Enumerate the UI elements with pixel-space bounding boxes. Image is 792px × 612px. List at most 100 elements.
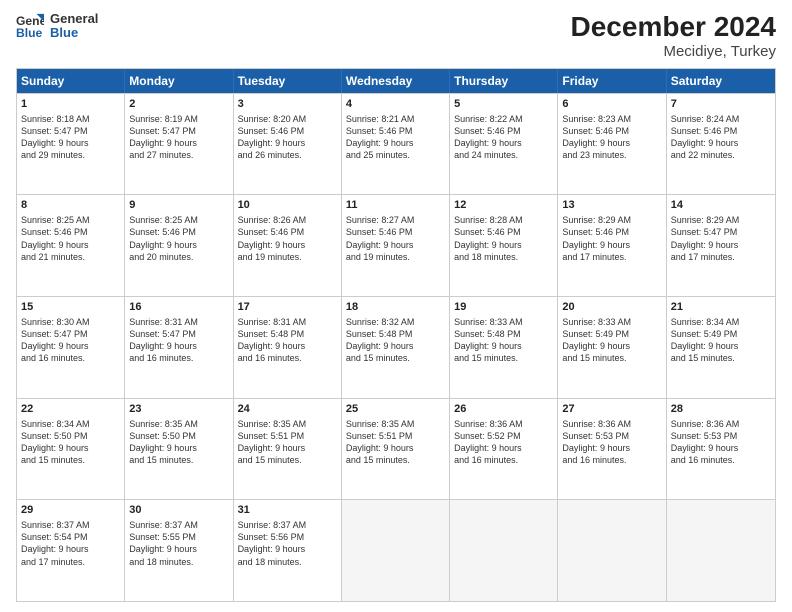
calendar-cell: 9Sunrise: 8:25 AM Sunset: 5:46 PM Daylig… xyxy=(125,195,233,296)
day-number: 1 xyxy=(21,97,120,112)
day-number: 12 xyxy=(454,198,553,213)
day-number: 18 xyxy=(346,300,445,315)
day-number: 21 xyxy=(671,300,771,315)
calendar-cell: 12Sunrise: 8:28 AM Sunset: 5:46 PM Dayli… xyxy=(450,195,558,296)
day-info: Sunrise: 8:34 AM Sunset: 5:50 PM Dayligh… xyxy=(21,418,120,467)
day-info: Sunrise: 8:18 AM Sunset: 5:47 PM Dayligh… xyxy=(21,113,120,162)
day-info: Sunrise: 8:24 AM Sunset: 5:46 PM Dayligh… xyxy=(671,113,771,162)
calendar-week: 29Sunrise: 8:37 AM Sunset: 5:54 PM Dayli… xyxy=(17,499,775,601)
calendar-day-header: Monday xyxy=(125,69,233,93)
calendar-day-header: Friday xyxy=(558,69,666,93)
day-info: Sunrise: 8:25 AM Sunset: 5:46 PM Dayligh… xyxy=(21,214,120,263)
day-info: Sunrise: 8:28 AM Sunset: 5:46 PM Dayligh… xyxy=(454,214,553,263)
calendar: SundayMondayTuesdayWednesdayThursdayFrid… xyxy=(16,68,776,602)
day-number: 27 xyxy=(562,402,661,417)
day-info: Sunrise: 8:33 AM Sunset: 5:48 PM Dayligh… xyxy=(454,316,553,365)
day-number: 31 xyxy=(238,503,337,518)
calendar-cell: 28Sunrise: 8:36 AM Sunset: 5:53 PM Dayli… xyxy=(667,399,775,500)
calendar-cell: 24Sunrise: 8:35 AM Sunset: 5:51 PM Dayli… xyxy=(234,399,342,500)
calendar-header: SundayMondayTuesdayWednesdayThursdayFrid… xyxy=(17,69,775,93)
calendar-cell: 25Sunrise: 8:35 AM Sunset: 5:51 PM Dayli… xyxy=(342,399,450,500)
day-number: 14 xyxy=(671,198,771,213)
calendar-cell: 14Sunrise: 8:29 AM Sunset: 5:47 PM Dayli… xyxy=(667,195,775,296)
day-number: 2 xyxy=(129,97,228,112)
day-number: 30 xyxy=(129,503,228,518)
day-number: 4 xyxy=(346,97,445,112)
calendar-day-header: Tuesday xyxy=(234,69,342,93)
day-info: Sunrise: 8:35 AM Sunset: 5:50 PM Dayligh… xyxy=(129,418,228,467)
day-info: Sunrise: 8:36 AM Sunset: 5:52 PM Dayligh… xyxy=(454,418,553,467)
day-info: Sunrise: 8:33 AM Sunset: 5:49 PM Dayligh… xyxy=(562,316,661,365)
calendar-body: 1Sunrise: 8:18 AM Sunset: 5:47 PM Daylig… xyxy=(17,93,775,601)
page-title: December 2024 xyxy=(571,12,776,43)
day-number: 7 xyxy=(671,97,771,112)
day-number: 6 xyxy=(562,97,661,112)
day-info: Sunrise: 8:30 AM Sunset: 5:47 PM Dayligh… xyxy=(21,316,120,365)
day-number: 28 xyxy=(671,402,771,417)
day-number: 20 xyxy=(562,300,661,315)
calendar-week: 15Sunrise: 8:30 AM Sunset: 5:47 PM Dayli… xyxy=(17,296,775,398)
day-info: Sunrise: 8:36 AM Sunset: 5:53 PM Dayligh… xyxy=(671,418,771,467)
day-info: Sunrise: 8:31 AM Sunset: 5:48 PM Dayligh… xyxy=(238,316,337,365)
day-info: Sunrise: 8:29 AM Sunset: 5:46 PM Dayligh… xyxy=(562,214,661,263)
day-info: Sunrise: 8:37 AM Sunset: 5:55 PM Dayligh… xyxy=(129,519,228,568)
day-info: Sunrise: 8:21 AM Sunset: 5:46 PM Dayligh… xyxy=(346,113,445,162)
day-number: 23 xyxy=(129,402,228,417)
calendar-cell: 10Sunrise: 8:26 AM Sunset: 5:46 PM Dayli… xyxy=(234,195,342,296)
day-info: Sunrise: 8:27 AM Sunset: 5:46 PM Dayligh… xyxy=(346,214,445,263)
day-info: Sunrise: 8:23 AM Sunset: 5:46 PM Dayligh… xyxy=(562,113,661,162)
calendar-cell: 5Sunrise: 8:22 AM Sunset: 5:46 PM Daylig… xyxy=(450,94,558,195)
calendar-cell: 2Sunrise: 8:19 AM Sunset: 5:47 PM Daylig… xyxy=(125,94,233,195)
day-info: Sunrise: 8:29 AM Sunset: 5:47 PM Dayligh… xyxy=(671,214,771,263)
page-subtitle: Mecidiye, Turkey xyxy=(571,43,776,60)
day-number: 3 xyxy=(238,97,337,112)
day-info: Sunrise: 8:19 AM Sunset: 5:47 PM Dayligh… xyxy=(129,113,228,162)
day-number: 13 xyxy=(562,198,661,213)
calendar-cell: 23Sunrise: 8:35 AM Sunset: 5:50 PM Dayli… xyxy=(125,399,233,500)
calendar-cell: 26Sunrise: 8:36 AM Sunset: 5:52 PM Dayli… xyxy=(450,399,558,500)
logo-line1: General xyxy=(50,12,98,26)
day-info: Sunrise: 8:31 AM Sunset: 5:47 PM Dayligh… xyxy=(129,316,228,365)
calendar-cell xyxy=(558,500,666,601)
title-block: December 2024 Mecidiye, Turkey xyxy=(571,12,776,60)
day-info: Sunrise: 8:34 AM Sunset: 5:49 PM Dayligh… xyxy=(671,316,771,365)
day-info: Sunrise: 8:37 AM Sunset: 5:56 PM Dayligh… xyxy=(238,519,337,568)
day-number: 26 xyxy=(454,402,553,417)
calendar-cell: 13Sunrise: 8:29 AM Sunset: 5:46 PM Dayli… xyxy=(558,195,666,296)
calendar-cell: 3Sunrise: 8:20 AM Sunset: 5:46 PM Daylig… xyxy=(234,94,342,195)
calendar-cell: 6Sunrise: 8:23 AM Sunset: 5:46 PM Daylig… xyxy=(558,94,666,195)
day-info: Sunrise: 8:22 AM Sunset: 5:46 PM Dayligh… xyxy=(454,113,553,162)
calendar-cell: 30Sunrise: 8:37 AM Sunset: 5:55 PM Dayli… xyxy=(125,500,233,601)
day-info: Sunrise: 8:26 AM Sunset: 5:46 PM Dayligh… xyxy=(238,214,337,263)
calendar-cell: 8Sunrise: 8:25 AM Sunset: 5:46 PM Daylig… xyxy=(17,195,125,296)
day-number: 19 xyxy=(454,300,553,315)
day-number: 15 xyxy=(21,300,120,315)
day-info: Sunrise: 8:36 AM Sunset: 5:53 PM Dayligh… xyxy=(562,418,661,467)
calendar-week: 8Sunrise: 8:25 AM Sunset: 5:46 PM Daylig… xyxy=(17,194,775,296)
day-number: 16 xyxy=(129,300,228,315)
calendar-week: 22Sunrise: 8:34 AM Sunset: 5:50 PM Dayli… xyxy=(17,398,775,500)
day-number: 9 xyxy=(129,198,228,213)
page: General Blue General Blue December 2024 … xyxy=(0,0,792,612)
calendar-cell: 1Sunrise: 8:18 AM Sunset: 5:47 PM Daylig… xyxy=(17,94,125,195)
calendar-cell: 31Sunrise: 8:37 AM Sunset: 5:56 PM Dayli… xyxy=(234,500,342,601)
day-number: 17 xyxy=(238,300,337,315)
calendar-cell: 11Sunrise: 8:27 AM Sunset: 5:46 PM Dayli… xyxy=(342,195,450,296)
day-number: 22 xyxy=(21,402,120,417)
calendar-cell: 22Sunrise: 8:34 AM Sunset: 5:50 PM Dayli… xyxy=(17,399,125,500)
calendar-cell: 20Sunrise: 8:33 AM Sunset: 5:49 PM Dayli… xyxy=(558,297,666,398)
calendar-cell: 17Sunrise: 8:31 AM Sunset: 5:48 PM Dayli… xyxy=(234,297,342,398)
day-info: Sunrise: 8:20 AM Sunset: 5:46 PM Dayligh… xyxy=(238,113,337,162)
calendar-week: 1Sunrise: 8:18 AM Sunset: 5:47 PM Daylig… xyxy=(17,93,775,195)
day-number: 5 xyxy=(454,97,553,112)
calendar-day-header: Wednesday xyxy=(342,69,450,93)
day-number: 24 xyxy=(238,402,337,417)
calendar-cell xyxy=(667,500,775,601)
logo: General Blue General Blue xyxy=(16,12,98,41)
day-number: 25 xyxy=(346,402,445,417)
day-info: Sunrise: 8:25 AM Sunset: 5:46 PM Dayligh… xyxy=(129,214,228,263)
calendar-cell: 16Sunrise: 8:31 AM Sunset: 5:47 PM Dayli… xyxy=(125,297,233,398)
logo-line2: Blue xyxy=(50,26,98,40)
calendar-cell xyxy=(342,500,450,601)
day-info: Sunrise: 8:35 AM Sunset: 5:51 PM Dayligh… xyxy=(238,418,337,467)
